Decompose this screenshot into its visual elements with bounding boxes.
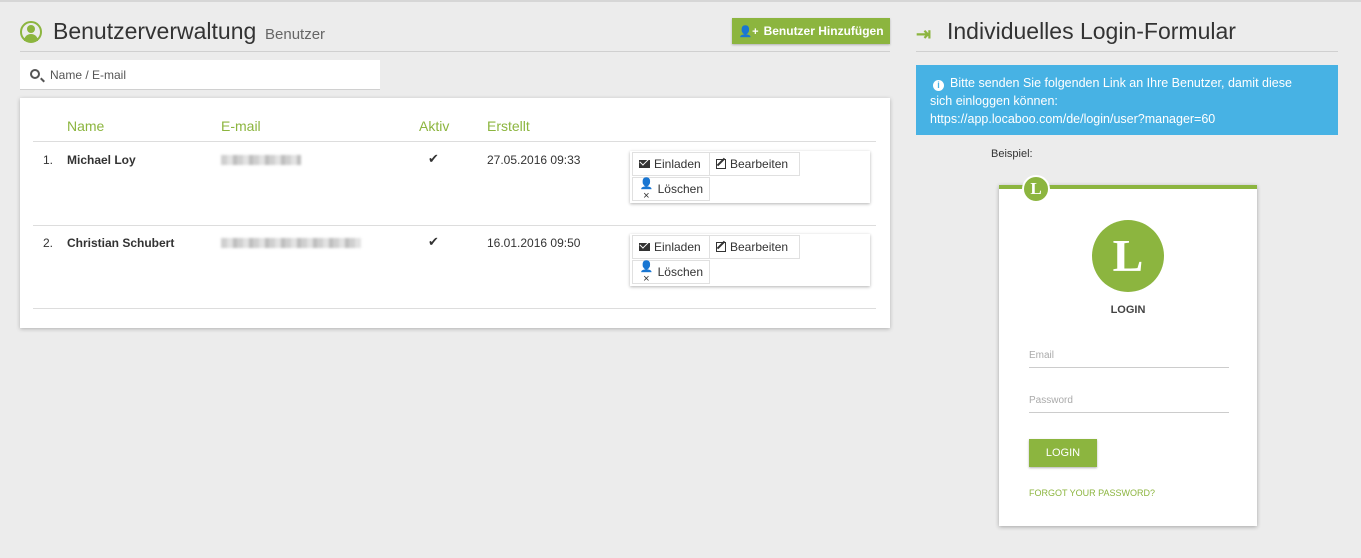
users-table-card: Name E-mail Aktiv Erstellt 1. Michael Lo… xyxy=(20,98,890,328)
table-row: 2. Christian Schubert ✔ 16.01.2016 09:50… xyxy=(33,226,876,309)
add-user-button[interactable]: 👤+ Benutzer Hinzufügen xyxy=(732,18,890,44)
row-number: 2. xyxy=(43,236,54,250)
envelope-icon xyxy=(639,160,650,168)
login-preview: L L LOGIN Email Password LOGIN FORGOT YO… xyxy=(999,175,1257,526)
login-form-header: ⇥ Individuelles Login-Formular xyxy=(916,2,1338,52)
sign-in-icon: ⇥ xyxy=(916,24,932,44)
search-icon xyxy=(30,69,40,79)
preview-password-field: Password xyxy=(1029,391,1229,413)
logo-letter: L xyxy=(1030,179,1042,198)
edit-button[interactable]: Bearbeiten xyxy=(709,235,800,259)
search-input[interactable] xyxy=(50,60,380,90)
column-header-active[interactable]: Aktiv xyxy=(419,118,449,134)
preview-forgot-password-link: FORGOT YOUR PASSWORD? xyxy=(1029,488,1156,498)
user-email-redacted xyxy=(221,155,301,165)
user-name: Michael Loy xyxy=(67,153,136,167)
row-actions: Einladen Bearbeiten 👤× Löschen xyxy=(630,151,870,203)
table-header: Name E-mail Aktiv Erstellt xyxy=(33,98,876,142)
login-form-title: Individuelles Login-Formular xyxy=(947,18,1236,44)
delete-button[interactable]: 👤× Löschen xyxy=(632,260,710,285)
edit-button[interactable]: Bearbeiten xyxy=(709,152,800,176)
info-alert: i Bitte senden Sie folgenden Link an Ihre… xyxy=(916,65,1338,135)
table-row: 1. Michael Loy ✔ 27.05.2016 09:33 Einlad… xyxy=(33,143,876,226)
info-text-line2: sich einloggen können: xyxy=(930,94,1058,108)
user-management-panel: Benutzerverwaltung Benutzer 👤+ Benutzer … xyxy=(20,2,890,328)
example-label: Beispiel: xyxy=(991,148,1033,160)
invite-button[interactable]: Einladen xyxy=(632,152,710,176)
edit-icon xyxy=(716,159,726,169)
locaboo-logo: L xyxy=(1092,220,1164,292)
row-number: 1. xyxy=(43,153,54,167)
invite-button-label: Einladen xyxy=(654,240,701,254)
login-link[interactable]: https://app.locaboo.com/de/login/user?ma… xyxy=(930,112,1215,126)
user-remove-icon: 👤× xyxy=(639,260,654,285)
row-actions: Einladen Bearbeiten 👤× Löschen xyxy=(630,234,870,286)
invite-button-label: Einladen xyxy=(654,157,701,171)
locaboo-logo-small: L xyxy=(1022,175,1050,203)
preview-login-title: LOGIN xyxy=(1110,304,1146,316)
user-circle-icon xyxy=(20,21,42,43)
user-email-redacted xyxy=(221,238,361,248)
login-form-panel: ⇥ Individuelles Login-Formular i Bitte se… xyxy=(916,2,1338,526)
preview-email-field: Email xyxy=(1029,346,1229,368)
created-date: 16.01.2016 09:50 xyxy=(487,236,581,250)
preview-login-button: LOGIN xyxy=(1029,439,1097,467)
invite-button[interactable]: Einladen xyxy=(632,235,710,259)
page-title: Benutzerverwaltung xyxy=(53,18,257,44)
delete-button-label: Löschen xyxy=(657,182,703,196)
active-check-icon: ✔ xyxy=(428,234,439,249)
delete-button-label: Löschen xyxy=(657,265,703,279)
column-header-name[interactable]: Name xyxy=(67,118,104,134)
edit-button-label: Bearbeiten xyxy=(730,240,789,254)
envelope-icon xyxy=(639,243,650,251)
delete-button[interactable]: 👤× Löschen xyxy=(632,177,710,202)
created-date: 27.05.2016 09:33 xyxy=(487,153,581,167)
add-user-button-label: Benutzer Hinzufügen xyxy=(763,24,884,38)
user-name: Christian Schubert xyxy=(67,236,175,250)
edit-icon xyxy=(716,242,726,252)
user-plus-icon: 👤+ xyxy=(738,25,759,38)
active-check-icon: ✔ xyxy=(428,151,439,166)
edit-button-label: Bearbeiten xyxy=(730,157,789,171)
page-subtitle: Benutzer xyxy=(265,26,326,43)
user-management-header: Benutzerverwaltung Benutzer 👤+ Benutzer … xyxy=(20,2,890,52)
search-box xyxy=(20,60,380,90)
info-text-line1: Bitte senden Sie folgenden Link an Ihre … xyxy=(950,76,1292,90)
logo-letter: L xyxy=(1112,230,1144,281)
user-remove-icon: 👤× xyxy=(639,177,654,202)
column-header-created[interactable]: Erstellt xyxy=(487,118,530,134)
column-header-email[interactable]: E-mail xyxy=(221,118,261,134)
info-icon: i xyxy=(933,80,944,91)
